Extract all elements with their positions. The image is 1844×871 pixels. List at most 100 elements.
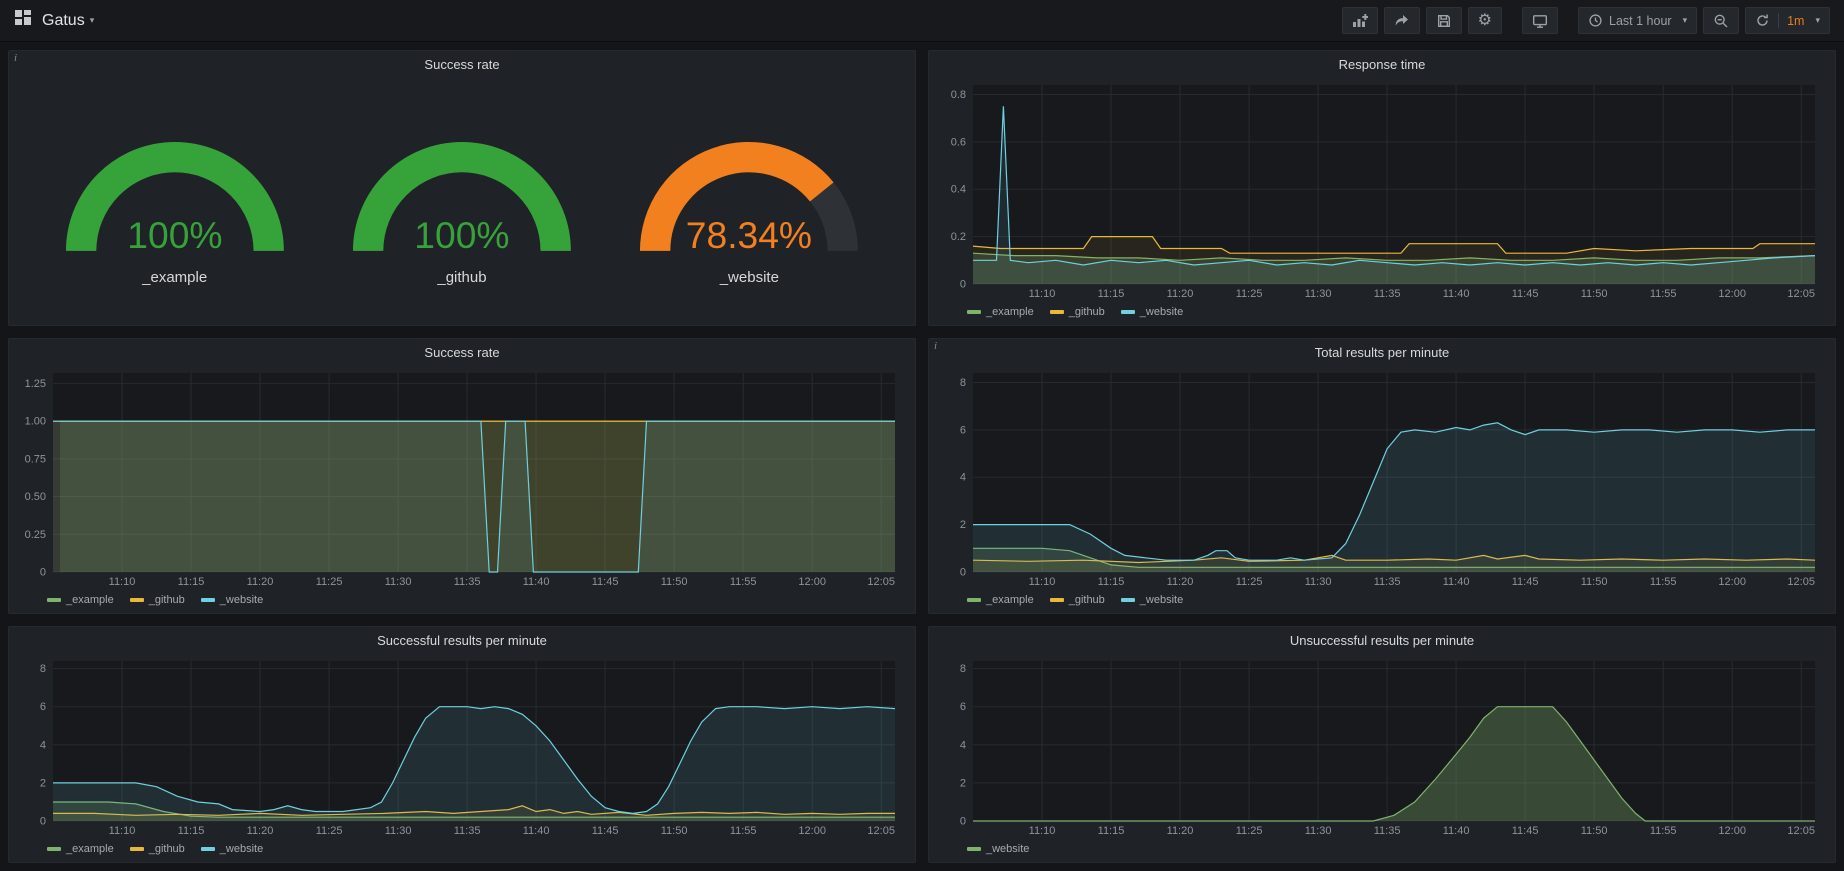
top-navbar: Gatus ▾ ⚙ — [0, 0, 1844, 42]
svg-text:0.8: 0.8 — [951, 89, 966, 101]
svg-text:11:50: 11:50 — [1581, 825, 1608, 837]
legend-item-_example[interactable]: _example — [47, 594, 114, 606]
panel-title[interactable]: Success rate — [9, 339, 915, 365]
svg-text:4: 4 — [960, 472, 966, 484]
dashboard-settings-button[interactable]: ⚙ — [1468, 7, 1502, 34]
panel-title[interactable]: Successful results per minute — [9, 627, 915, 653]
svg-text:11:35: 11:35 — [1374, 288, 1401, 300]
gauge-label: _example — [142, 269, 207, 286]
panel-total-results: i Total results per minute 0246811:1011:… — [928, 338, 1836, 614]
panel-response-time: Response time 00.20.40.60.811:1011:1511:… — [928, 50, 1836, 326]
response-time-chart[interactable]: 00.20.40.60.811:1011:1511:2011:2511:3011… — [937, 77, 1827, 302]
dashboard-grid-icon[interactable] — [14, 9, 32, 32]
legend-label: _github — [149, 843, 185, 855]
legend-marker — [1050, 310, 1064, 314]
legend-label: _example — [986, 306, 1034, 318]
svg-text:8: 8 — [40, 663, 46, 675]
chart-canvas[interactable]: 0246811:1011:1511:2011:2511:3011:3511:40… — [17, 653, 907, 839]
legend-item-_github[interactable]: _github — [1050, 594, 1105, 606]
legend-marker — [47, 598, 61, 602]
legend-marker — [201, 598, 215, 602]
panel-info-icon[interactable]: i — [934, 340, 937, 352]
panel-unsuccessful-results: Unsuccessful results per minute 0246811:… — [928, 626, 1836, 863]
gauge-_website: 78.34% _website — [611, 113, 887, 286]
legend-label: _github — [1069, 594, 1105, 606]
panel-title[interactable]: Response time — [929, 51, 1835, 77]
time-range-picker[interactable]: Last 1 hour ▾ — [1578, 7, 1697, 34]
refresh-icon — [1755, 13, 1770, 28]
svg-text:12:00: 12:00 — [1718, 825, 1746, 837]
legend-marker — [1121, 310, 1135, 314]
gauge-row: 100% _example 100% _github 78.34% _websi… — [17, 77, 907, 322]
svg-text:11:40: 11:40 — [1443, 288, 1470, 300]
svg-text:11:30: 11:30 — [1305, 825, 1332, 837]
cycle-view-mode-button[interactable] — [1522, 7, 1558, 34]
svg-text:78.34%: 78.34% — [686, 214, 812, 256]
gauge-label: _website — [720, 269, 779, 286]
add-panel-icon — [1352, 13, 1368, 29]
svg-text:11:55: 11:55 — [1650, 576, 1677, 588]
zoom-out-button[interactable] — [1703, 7, 1739, 34]
svg-text:100%: 100% — [414, 214, 509, 256]
panel-title[interactable]: Unsuccessful results per minute — [929, 627, 1835, 653]
successful-results-chart[interactable]: 0246811:1011:1511:2011:2511:3011:3511:40… — [17, 653, 907, 839]
legend-item-_website[interactable]: _website — [1121, 306, 1183, 318]
svg-text:12:05: 12:05 — [1787, 825, 1815, 837]
panel-info-icon[interactable]: i — [14, 52, 17, 64]
svg-text:11:20: 11:20 — [1167, 825, 1194, 837]
legend-item-_website[interactable]: _website — [201, 594, 263, 606]
dashboard-title[interactable]: Gatus ▾ — [42, 12, 94, 30]
svg-text:0.50: 0.50 — [25, 491, 46, 503]
legend-item-_github[interactable]: _github — [130, 843, 185, 855]
legend-item-_website[interactable]: _website — [967, 843, 1029, 855]
svg-text:11:35: 11:35 — [454, 576, 481, 588]
svg-text:11:45: 11:45 — [592, 576, 619, 588]
panel-success-rate-graph: Success rate 00.250.500.751.001.2511:101… — [8, 338, 916, 614]
svg-text:11:20: 11:20 — [247, 825, 274, 837]
svg-text:0: 0 — [40, 816, 46, 828]
svg-text:11:45: 11:45 — [1512, 288, 1539, 300]
svg-text:12:05: 12:05 — [1787, 576, 1815, 588]
legend-item-_website[interactable]: _website — [201, 843, 263, 855]
legend-item-_example[interactable]: _example — [967, 594, 1034, 606]
legend-item-_example[interactable]: _example — [47, 843, 114, 855]
success-rate-chart[interactable]: 00.250.500.751.001.2511:1011:1511:2011:2… — [17, 365, 907, 590]
unsuccessful-results-chart[interactable]: 0246811:1011:1511:2011:2511:3011:3511:40… — [937, 653, 1827, 839]
panel-title[interactable]: Total results per minute — [929, 339, 1835, 365]
legend-marker — [130, 598, 144, 602]
legend-marker — [967, 598, 981, 602]
legend-marker — [967, 847, 981, 851]
svg-text:100%: 100% — [127, 214, 222, 256]
add-panel-button[interactable] — [1342, 7, 1378, 34]
svg-text:11:25: 11:25 — [1236, 288, 1263, 300]
svg-text:11:40: 11:40 — [1443, 576, 1470, 588]
chart-canvas[interactable]: 00.250.500.751.001.2511:1011:1511:2011:2… — [17, 365, 907, 590]
legend-marker — [1050, 598, 1064, 602]
svg-text:11:35: 11:35 — [1374, 825, 1401, 837]
svg-text:6: 6 — [960, 701, 966, 713]
legend-item-_github[interactable]: _github — [130, 594, 185, 606]
svg-text:11:40: 11:40 — [1443, 825, 1470, 837]
legend-label: _github — [1069, 306, 1105, 318]
refresh-interval-label: 1m — [1787, 14, 1804, 28]
chart-canvas[interactable]: 0246811:1011:1511:2011:2511:3011:3511:40… — [937, 653, 1827, 839]
svg-text:11:20: 11:20 — [1167, 576, 1194, 588]
chevron-down-icon: ▾ — [90, 15, 95, 26]
panel-title[interactable]: Success rate — [9, 51, 915, 77]
save-dashboard-button[interactable] — [1426, 7, 1462, 34]
svg-text:0.2: 0.2 — [951, 231, 966, 243]
legend-label: _website — [220, 843, 263, 855]
legend-item-_website[interactable]: _website — [1121, 594, 1183, 606]
chart-legend: _example _github _website — [937, 302, 1827, 322]
share-dashboard-button[interactable] — [1384, 7, 1420, 34]
chart-canvas[interactable]: 0246811:1011:1511:2011:2511:3011:3511:40… — [937, 365, 1827, 590]
legend-item-_github[interactable]: _github — [1050, 306, 1105, 318]
svg-text:11:45: 11:45 — [1512, 576, 1539, 588]
chart-canvas[interactable]: 00.20.40.60.811:1011:1511:2011:2511:3011… — [937, 77, 1827, 302]
legend-marker — [47, 847, 61, 851]
total-results-chart[interactable]: 0246811:1011:1511:2011:2511:3011:3511:40… — [937, 365, 1827, 590]
refresh-button[interactable]: 1m ▾ — [1745, 7, 1830, 34]
svg-text:11:20: 11:20 — [1167, 288, 1194, 300]
legend-item-_example[interactable]: _example — [967, 306, 1034, 318]
svg-text:11:15: 11:15 — [1098, 825, 1125, 837]
